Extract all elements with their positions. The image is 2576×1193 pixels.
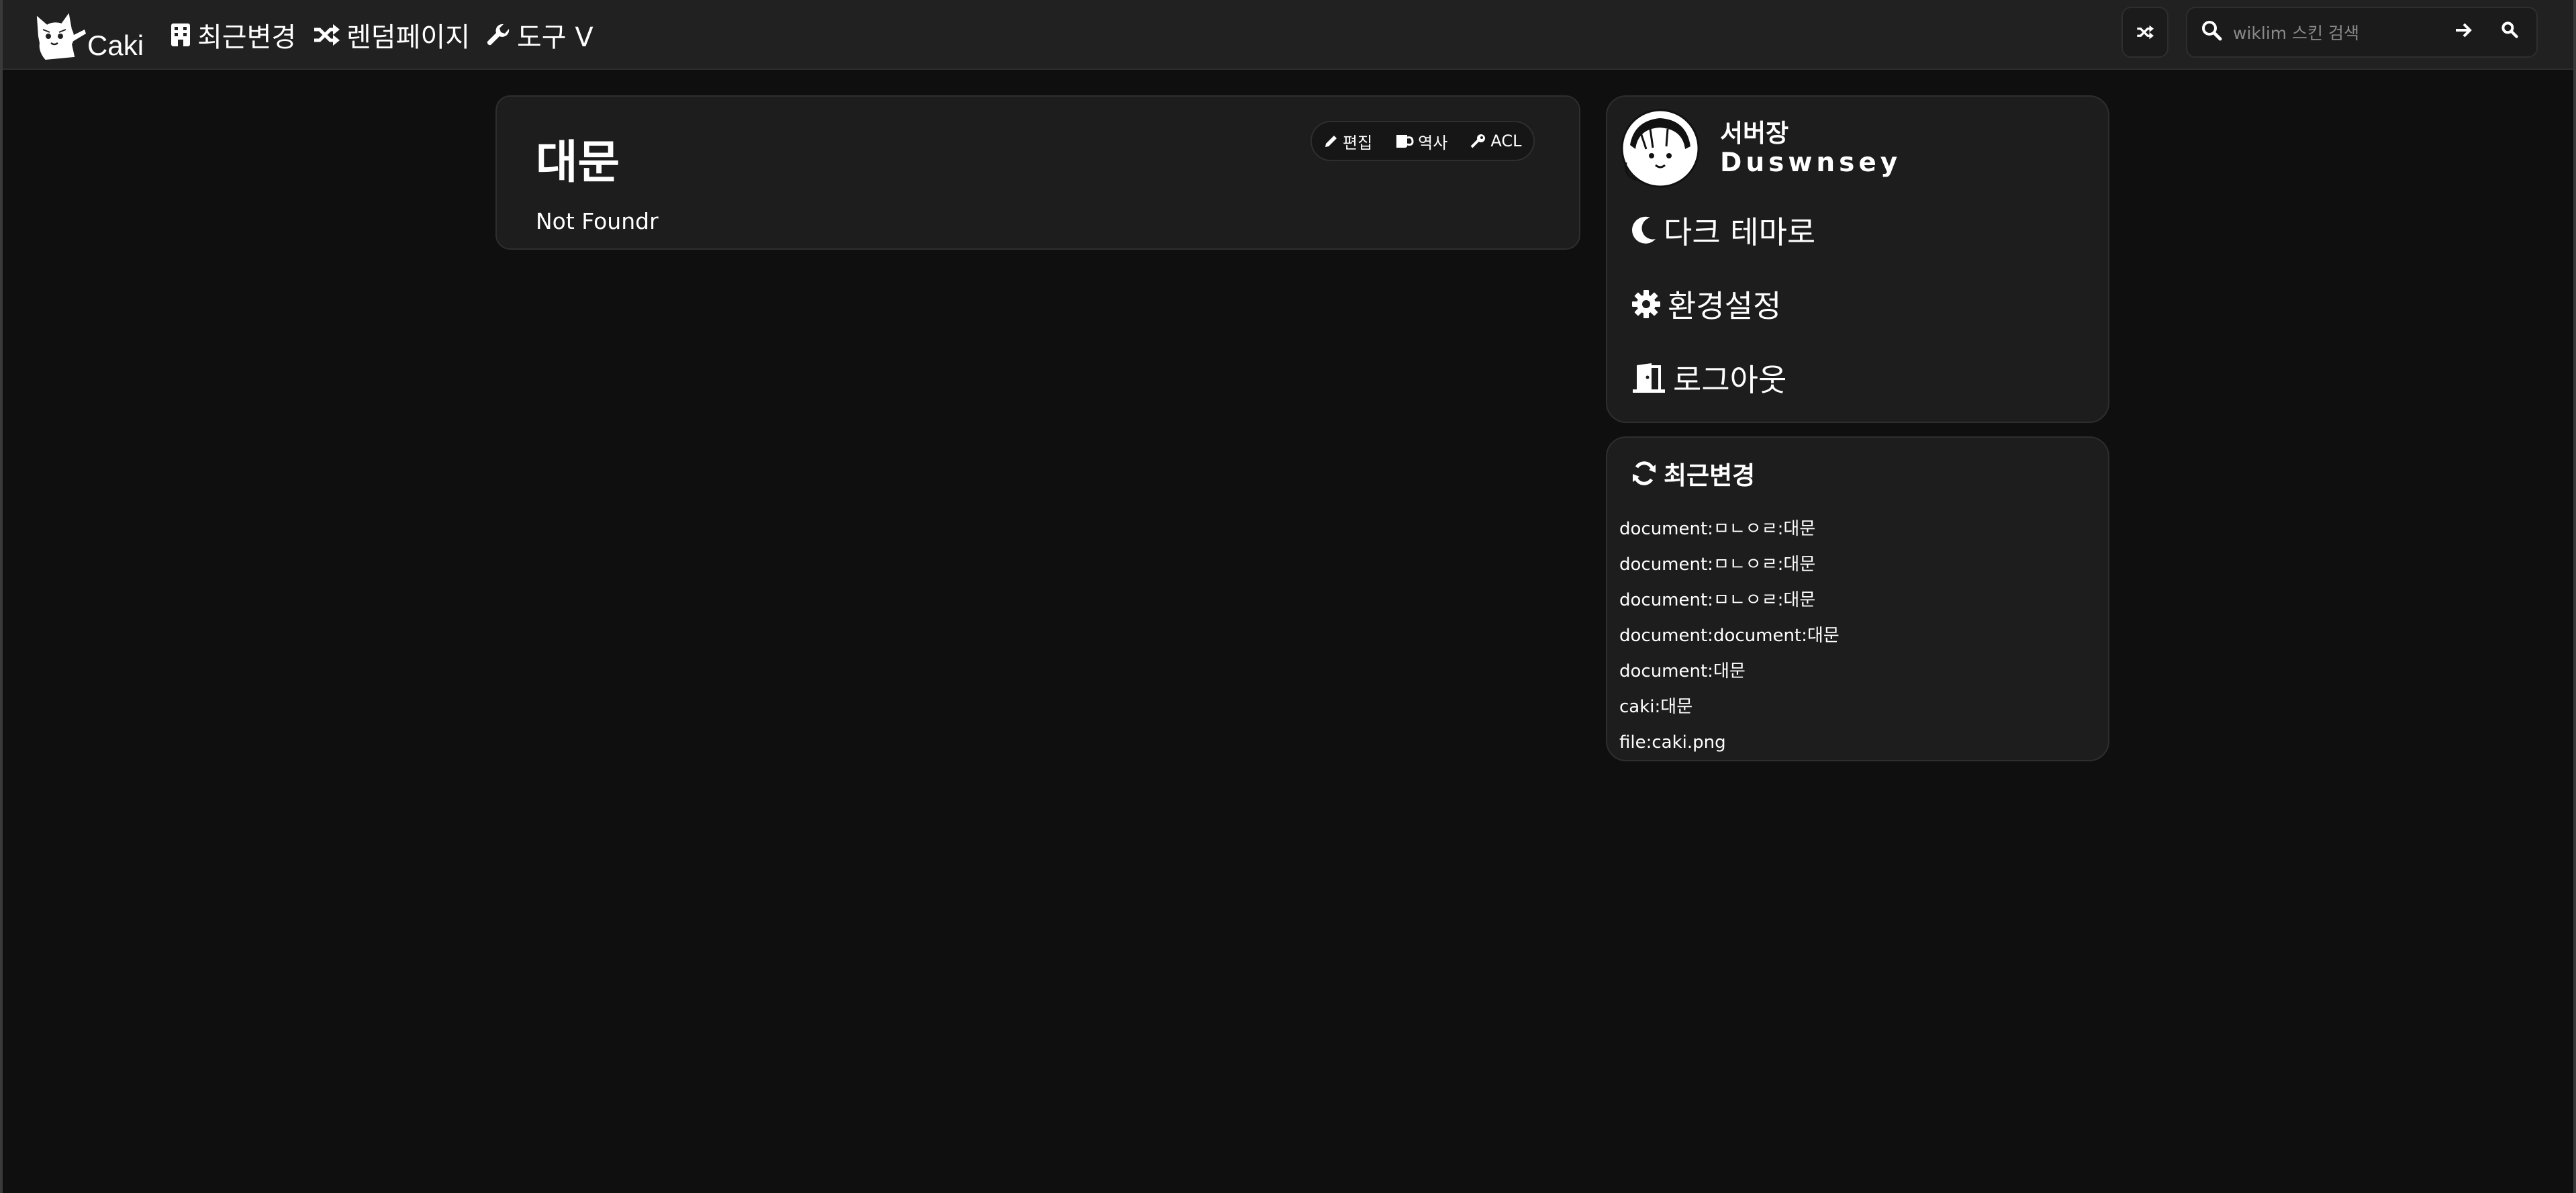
search-icon	[2202, 21, 2222, 41]
acl-label: ACL	[1490, 132, 1522, 150]
logout-button[interactable]: 로그아웃	[1631, 354, 1786, 401]
dark-theme-label: 다크 테마로	[1664, 214, 1816, 250]
moon-icon	[1632, 216, 1656, 244]
key-icon	[1470, 134, 1486, 148]
nav-random-label: 렌덤페이지	[346, 22, 470, 53]
recent-change-item[interactable]: document:ㅁㄴㅇㄹ:대문	[1619, 583, 1840, 618]
shuffle-icon	[2137, 25, 2154, 40]
settings-label: 환경설정	[1668, 288, 1782, 324]
user-card: 서버장 Duswnsey 다크 테마로 환경설정 로그아웃	[1606, 95, 2109, 423]
brand-name: Caki	[87, 30, 144, 61]
recent-change-item[interactable]: document:document:대문	[1619, 618, 1840, 654]
caki-logo-icon	[36, 13, 86, 60]
nav-random-page[interactable]: 렌덤페이지	[313, 15, 470, 55]
page-title: 대문	[536, 136, 620, 189]
recent-change-item[interactable]: document:대문	[1619, 654, 1840, 689]
recent-change-item[interactable]: caki:대문	[1619, 689, 1840, 725]
edit-button[interactable]: 편집	[1324, 130, 1372, 153]
document-toolbar: 편집 역사 ACL	[1310, 121, 1535, 161]
recent-change-item[interactable]: file:caki.png	[1619, 725, 1840, 761]
acl-button[interactable]: ACL	[1470, 132, 1521, 150]
settings-button[interactable]: 환경설정	[1631, 281, 1781, 328]
shuffle-icon	[314, 24, 340, 46]
search-input[interactable]	[2232, 17, 2436, 48]
logout-label: 로그아웃	[1673, 362, 1787, 398]
nav-recent-changes[interactable]: 최근변경	[171, 15, 296, 55]
building-icon	[171, 23, 190, 46]
search-box	[2186, 7, 2538, 58]
recent-changes-list: document:ㅁㄴㅇㄹ:대문 document:ㅁㄴㅇㄹ:대문 docume…	[1619, 512, 1840, 761]
nav-recent-label: 최근변경	[197, 22, 297, 53]
recent-changes-header[interactable]: 최근변경	[1631, 455, 1755, 491]
article-card: 대문 편집 역사 ACL Not Foundr	[495, 95, 1580, 250]
history-icon	[1396, 135, 1414, 148]
search-button-icon[interactable]	[2500, 20, 2519, 39]
pencil-icon	[1325, 136, 1337, 147]
random-page-button[interactable]	[2121, 7, 2168, 58]
dark-theme-button[interactable]: 다크 테마로	[1631, 207, 1815, 254]
brand-link[interactable]: Caki	[34, 7, 144, 63]
user-name[interactable]: Duswnsey	[1720, 148, 1901, 178]
door-exit-icon	[1633, 363, 1665, 393]
recent-changes-card: 최근변경 document:ㅁㄴㅇㄹ:대문 document:ㅁㄴㅇㄹ:대문 d…	[1606, 436, 2109, 761]
gear-icon	[1632, 290, 1660, 318]
recent-change-item[interactable]: document:ㅁㄴㅇㄹ:대문	[1619, 547, 1840, 583]
edit-label: 편집	[1343, 133, 1373, 152]
article-content: Not Foundr	[536, 208, 659, 234]
refresh-icon	[1633, 461, 1656, 485]
wrench-icon	[487, 23, 510, 46]
recent-change-item[interactable]: document:ㅁㄴㅇㄹ:대문	[1619, 512, 1840, 547]
recent-changes-title: 최근변경	[1664, 461, 1756, 490]
history-button[interactable]: 역사	[1395, 130, 1447, 153]
avatar[interactable]	[1621, 109, 1700, 188]
nav-tools-label: 도구 V	[517, 22, 593, 53]
user-role: 서버장	[1720, 119, 1789, 148]
history-label: 역사	[1418, 133, 1448, 152]
nav-tools-dropdown[interactable]: 도구 V	[486, 15, 593, 55]
top-navbar: Caki 최근변경 렌덤페이지 도구 V	[3, 0, 2573, 70]
arrow-right-icon[interactable]	[2454, 21, 2472, 39]
